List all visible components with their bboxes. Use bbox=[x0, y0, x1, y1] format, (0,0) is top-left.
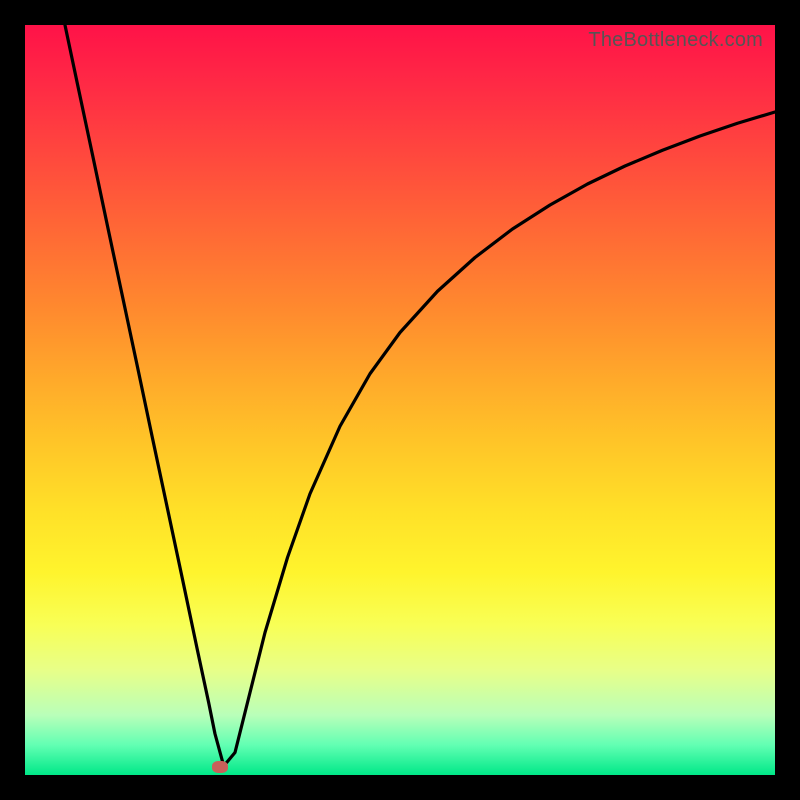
bottleneck-curve bbox=[25, 25, 775, 775]
optimal-point-marker bbox=[212, 761, 228, 773]
chart-plot-area: TheBottleneck.com bbox=[25, 25, 775, 775]
